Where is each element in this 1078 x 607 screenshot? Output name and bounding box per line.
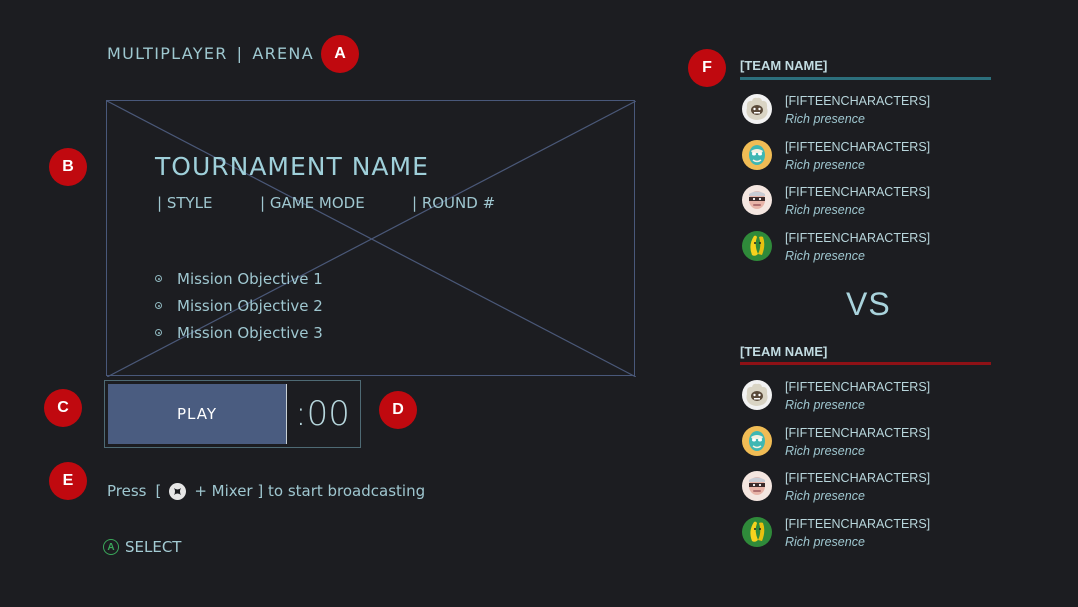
callout-d: D	[379, 391, 417, 429]
team-2-name: [TEAM NAME]	[740, 344, 828, 359]
bullet-icon	[155, 275, 162, 282]
list-item[interactable]: [FIFTEENCHARACTERS] Rich presence	[742, 379, 930, 425]
callout-c: C	[44, 389, 82, 427]
rich-presence: Rich presence	[785, 112, 865, 126]
select-hint: A SELECT	[103, 538, 181, 556]
list-item[interactable]: [FIFTEENCHARACTERS] Rich presence	[742, 425, 930, 471]
team-1-roster: [FIFTEENCHARACTERS] Rich presence [FIFTEE…	[742, 93, 930, 275]
rich-presence: Rich presence	[785, 443, 865, 458]
ninja-avatar	[742, 471, 772, 501]
rich-presence: Rich presence	[785, 203, 865, 217]
luchador-avatar	[742, 426, 772, 456]
yeti-avatar	[742, 380, 772, 410]
gamertag: [FIFTEENCHARACTERS]	[785, 380, 931, 394]
countdown-timer: :00	[286, 384, 358, 444]
breadcrumb-mode: ARENA	[252, 44, 314, 63]
play-button[interactable]: PLAY	[108, 384, 286, 444]
bullet-icon	[155, 302, 162, 309]
gamertag: [FIFTEENCHARACTERS]	[785, 94, 931, 108]
team-2-color-bar	[740, 362, 991, 365]
tournament-round: | ROUND #	[412, 194, 496, 212]
list-item[interactable]: [FIFTEENCHARACTERS] Rich presence	[742, 139, 930, 185]
broadcast-hint: Press [ + Mixer ] to start broadcasting	[107, 482, 425, 500]
tournament-name: TOURNAMENT NAME	[155, 152, 429, 181]
breadcrumb-separator: |	[236, 44, 244, 63]
ninja-avatar	[742, 185, 772, 215]
hint-prefix: Press	[107, 482, 147, 500]
team-1-color-bar	[740, 77, 991, 80]
banana-avatar	[742, 517, 772, 547]
objective-label: Mission Objective 3	[177, 323, 323, 342]
callout-e: E	[49, 462, 87, 500]
gamertag: [FIFTEENCHARACTERS]	[785, 516, 931, 531]
gamertag: [FIFTEENCHARACTERS]	[785, 230, 931, 245]
callout-f: F	[688, 49, 726, 87]
rich-presence: Rich presence	[785, 489, 865, 503]
callout-b: B	[49, 148, 87, 186]
mission-objectives-list: Mission Objective 1 Mission Objective 2 …	[155, 265, 323, 346]
list-item[interactable]: [FIFTEENCHARACTERS] Rich presence	[742, 184, 930, 230]
rich-presence: Rich presence	[785, 398, 865, 412]
bullet-icon	[155, 329, 162, 336]
xbox-guide-icon	[169, 482, 187, 500]
team-2-roster: [FIFTEENCHARACTERS] Rich presence [FIFTEE…	[742, 379, 930, 561]
hint-bracket: [	[155, 482, 162, 500]
hint-suffix: + Mixer ] to start broadcasting	[194, 482, 426, 500]
objective-label: Mission Objective 1	[177, 269, 323, 288]
gamertag: [FIFTEENCHARACTERS]	[785, 471, 931, 485]
luchador-avatar	[742, 140, 772, 170]
list-item[interactable]: [FIFTEENCHARACTERS] Rich presence	[742, 230, 930, 276]
rich-presence: Rich presence	[785, 534, 865, 549]
select-label: SELECT	[125, 538, 182, 556]
gamertag: [FIFTEENCHARACTERS]	[785, 425, 931, 440]
team-1-name: [TEAM NAME]	[740, 58, 828, 73]
list-item[interactable]: [FIFTEENCHARACTERS] Rich presence	[742, 516, 930, 562]
list-item: Mission Objective 1	[155, 265, 323, 292]
rich-presence: Rich presence	[785, 248, 865, 263]
banana-avatar	[742, 231, 772, 261]
callout-a: A	[321, 35, 359, 73]
breadcrumb-section: MULTIPLAYER	[107, 44, 228, 63]
list-item[interactable]: [FIFTEENCHARACTERS] Rich presence	[742, 93, 930, 139]
tournament-style: | STYLE	[157, 194, 213, 212]
yeti-avatar	[742, 94, 772, 124]
a-button-icon: A	[103, 539, 119, 555]
list-item: Mission Objective 3	[155, 319, 323, 346]
gamertag: [FIFTEENCHARACTERS]	[785, 185, 931, 199]
versus-label: VS	[846, 286, 891, 322]
objective-label: Mission Objective 2	[177, 296, 323, 315]
list-item: Mission Objective 2	[155, 292, 323, 319]
gamertag: [FIFTEENCHARACTERS]	[785, 139, 931, 154]
tournament-game-mode: | GAME MODE	[260, 194, 365, 212]
breadcrumb: MULTIPLAYER | ARENA	[107, 44, 314, 63]
list-item[interactable]: [FIFTEENCHARACTERS] Rich presence	[742, 470, 930, 516]
rich-presence: Rich presence	[785, 157, 865, 172]
